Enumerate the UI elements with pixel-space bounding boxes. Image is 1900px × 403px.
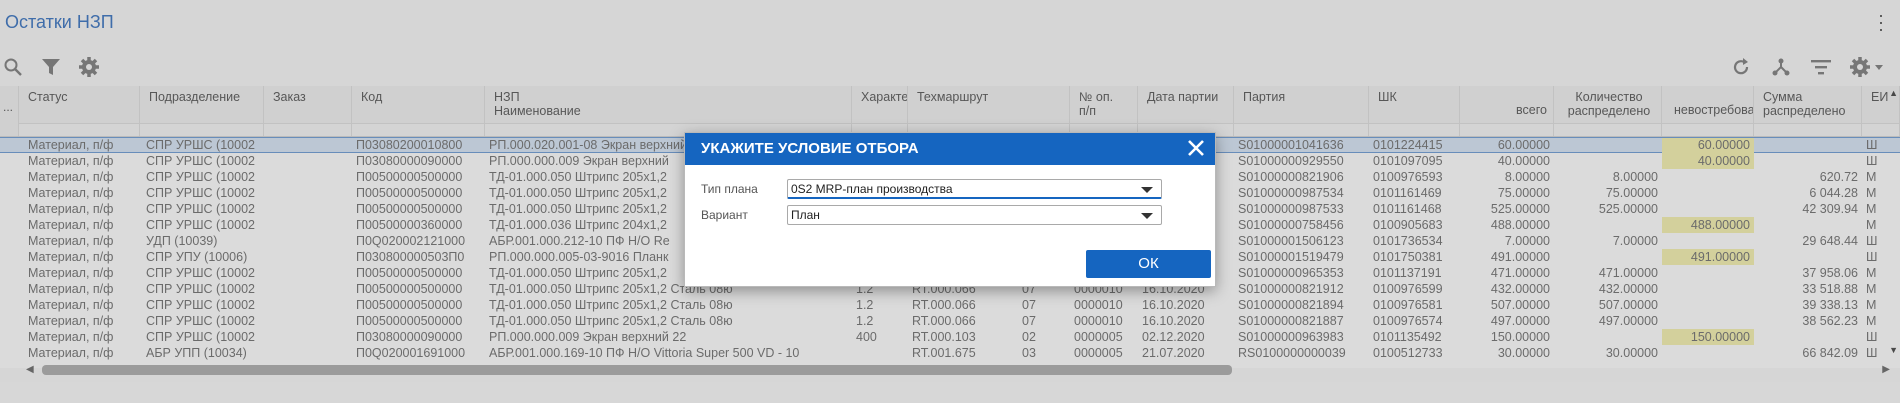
chevron-down-icon[interactable] [1141, 213, 1153, 219]
chevron-down-icon[interactable] [1141, 187, 1153, 193]
plan-type-select[interactable]: 0S2 MRP-план производства [787, 179, 1162, 199]
variant-label: Вариант [701, 208, 748, 222]
ok-button[interactable]: ОК [1086, 250, 1211, 278]
dialog-title: УКАЖИТЕ УСЛОВИЕ ОТБОРА [685, 133, 1215, 165]
plan-type-label: Тип плана [701, 182, 758, 196]
variant-row: Вариант План [701, 205, 1162, 225]
plan-type-row: Тип плана 0S2 MRP-план производства [701, 179, 1162, 199]
variant-select[interactable]: План [787, 205, 1162, 225]
filter-dialog: УКАЖИТЕ УСЛОВИЕ ОТБОРА Тип плана 0S2 MRP… [684, 132, 1216, 287]
close-icon[interactable] [1185, 137, 1207, 159]
